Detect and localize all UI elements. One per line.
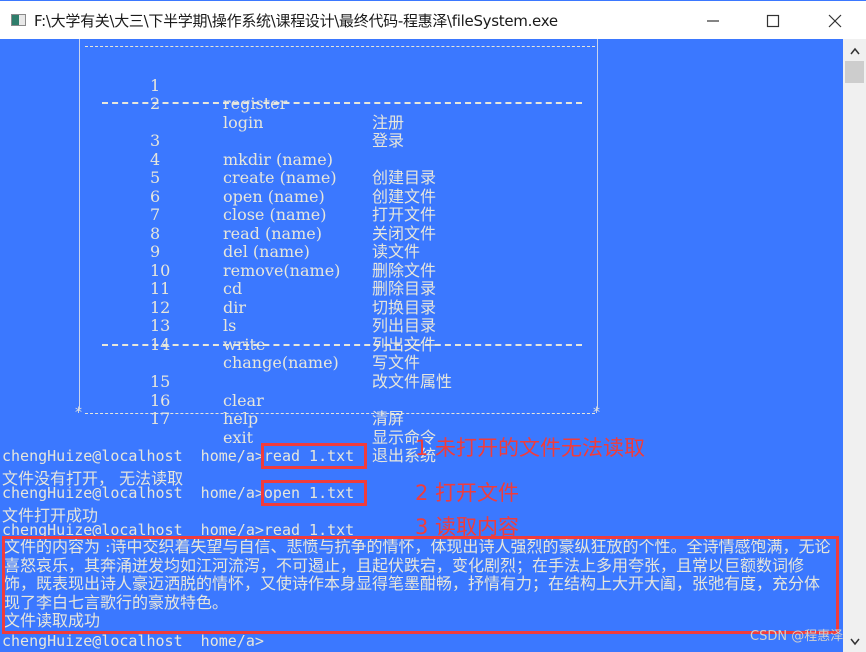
menu-row: 17 exit 退出系统 — [0, 392, 436, 464]
menu-row: 10 cd 切换目录 — [0, 243, 436, 316]
minimize-button[interactable] — [690, 1, 736, 40]
menu-row-number: 8 — [150, 223, 161, 243]
menu-row: 12 ls 列出文件 — [0, 280, 436, 353]
scroll-thumb[interactable] — [845, 61, 864, 83]
menu-row: 3 mkdir (name) 创建目录 — [0, 114, 436, 186]
prompt: chengHuize@localhost home/a> — [2, 484, 264, 502]
menu-row-description: 切换目录 — [372, 297, 437, 317]
menu-row: 16 help 显示命令 — [0, 373, 436, 446]
menu-row-number: 10 — [150, 260, 171, 280]
annotation-label: 1 未打开的文件无法读取 — [415, 436, 646, 460]
menu-row-number: 16 — [150, 390, 171, 410]
menu-row: 6 close (name) 关闭文件 — [0, 169, 436, 242]
menu-row-command: exit — [223, 427, 254, 447]
menu-row: 15 clear 清屏 — [0, 355, 404, 427]
menu-row-description: 注册 — [372, 112, 405, 132]
menu-separator — [102, 344, 582, 346]
menu-row-description: 写文件 — [372, 353, 421, 372]
highlight-box-open-command — [261, 480, 367, 506]
menu-row-number: 7 — [150, 205, 161, 224]
menu-row: 14 change(name) 改文件属性 — [0, 317, 452, 390]
window-title: F:\大学有关\大三\下半学期\操作系统\课程设计\最终代码-程惠泽\fileS… — [34, 12, 558, 30]
menu-row-number: 11 — [150, 279, 171, 298]
menu-row-command: del (name) — [223, 242, 310, 261]
menu-row-number: 1 — [150, 75, 161, 95]
menu-border-left — [79, 39, 80, 409]
menu-row-command: open (name) — [223, 186, 325, 206]
menu-row-number: 6 — [150, 186, 161, 206]
menu-row-description: 列出目录 — [372, 316, 437, 335]
menu-row-description: 登录 — [372, 131, 405, 150]
menu-row-command: register — [223, 94, 288, 113]
menu-row-description: 关闭文件 — [372, 223, 437, 243]
highlight-box-file-content — [2, 536, 839, 634]
menu-row-command: login — [223, 112, 264, 132]
menu-row-command: clear — [223, 390, 264, 410]
close-button[interactable] — [812, 1, 858, 40]
annotation-label: 3 读取内容 — [415, 515, 520, 539]
menu-row-command: cd — [223, 279, 243, 298]
menu-row-description: 创建目录 — [372, 168, 437, 187]
menu-row-number: 3 — [150, 131, 161, 150]
menu-row-command: remove(name) — [223, 260, 341, 280]
menu-row: 7 read (name) 读文件 — [0, 188, 420, 260]
highlight-box-read-command — [261, 443, 367, 469]
menu-corner-star: * — [593, 405, 600, 421]
annotation-label: 2 打开文件 — [415, 481, 520, 505]
menu-row-description: 打开文件 — [372, 205, 437, 224]
menu-border-right — [597, 39, 598, 409]
menu-row-command: create (name) — [223, 168, 337, 187]
maximize-icon — [766, 14, 780, 27]
maximize-button[interactable] — [750, 1, 796, 40]
menu-row-number: 17 — [150, 409, 171, 428]
menu-row-number: 2 — [150, 94, 161, 113]
minimize-icon — [707, 19, 719, 22]
menu-row-number: 4 — [150, 149, 161, 169]
vertical-scrollbar[interactable] — [843, 39, 866, 652]
menu-row-command: write — [223, 334, 266, 354]
menu-row: 8 del (name) 删除文件 — [0, 206, 436, 279]
menu-row-description: 清屏 — [372, 409, 405, 428]
scroll-up-button[interactable] — [843, 41, 866, 61]
menu-row: 9 remove(name) 删除目录 — [0, 225, 436, 297]
menu-row-command: mkdir (name) — [223, 149, 333, 169]
menu-corner-star: * — [75, 405, 82, 421]
chevron-down-icon — [849, 638, 860, 646]
menu-row-command: ls — [223, 316, 237, 335]
menu-row-command: dir — [223, 297, 247, 317]
terminal-prompt-line[interactable]: chengHuize@localhost home/a> — [2, 632, 264, 650]
scroll-down-button[interactable] — [843, 632, 866, 652]
menu-row-description: 列出文件 — [372, 334, 437, 354]
menu-row-number: 12 — [150, 297, 171, 317]
menu-row: 4 create (name) 创建文件 — [0, 132, 436, 205]
menu-row-description: 创建文件 — [372, 186, 437, 206]
menu-row-description: 删除文件 — [372, 260, 437, 280]
menu-row-command: close (name) — [223, 205, 327, 224]
menu-separator — [102, 102, 582, 104]
menu-row-number: 9 — [150, 242, 161, 261]
menu-row-command: change(name) — [223, 353, 339, 372]
menu-row-number: 15 — [150, 372, 171, 391]
menu-row-description: 读文件 — [372, 242, 421, 261]
menu-row-command: help — [223, 409, 259, 428]
title-bar: F:\大学有关\大三\下半学期\操作系统\课程设计\最终代码-程惠泽\fileS… — [0, 0, 866, 39]
menu-row-description: 删除目录 — [372, 279, 437, 298]
menu-row-number: 5 — [150, 168, 161, 187]
watermark: CSDN @程惠泽 — [750, 629, 844, 644]
console-app-icon — [11, 14, 26, 26]
menu-border-top — [85, 46, 595, 47]
menu-row: 13 write 写文件 — [0, 299, 420, 371]
menu-row-number: 13 — [150, 316, 171, 335]
close-icon — [828, 14, 842, 27]
menu-row-number: 14 — [150, 334, 171, 354]
prompt: chengHuize@localhost home/a> — [2, 447, 264, 465]
menu-row: 5 open (name) 打开文件 — [0, 151, 436, 223]
menu-row: 2 login 登录 — [0, 77, 404, 149]
menu-row-description: 改文件属性 — [372, 371, 453, 391]
menu-row: 11 dir 列出目录 — [0, 262, 436, 334]
menu-row: 1 register 注册 — [0, 58, 404, 131]
menu-row-command: read (name) — [223, 223, 322, 243]
chevron-up-icon — [849, 47, 860, 55]
